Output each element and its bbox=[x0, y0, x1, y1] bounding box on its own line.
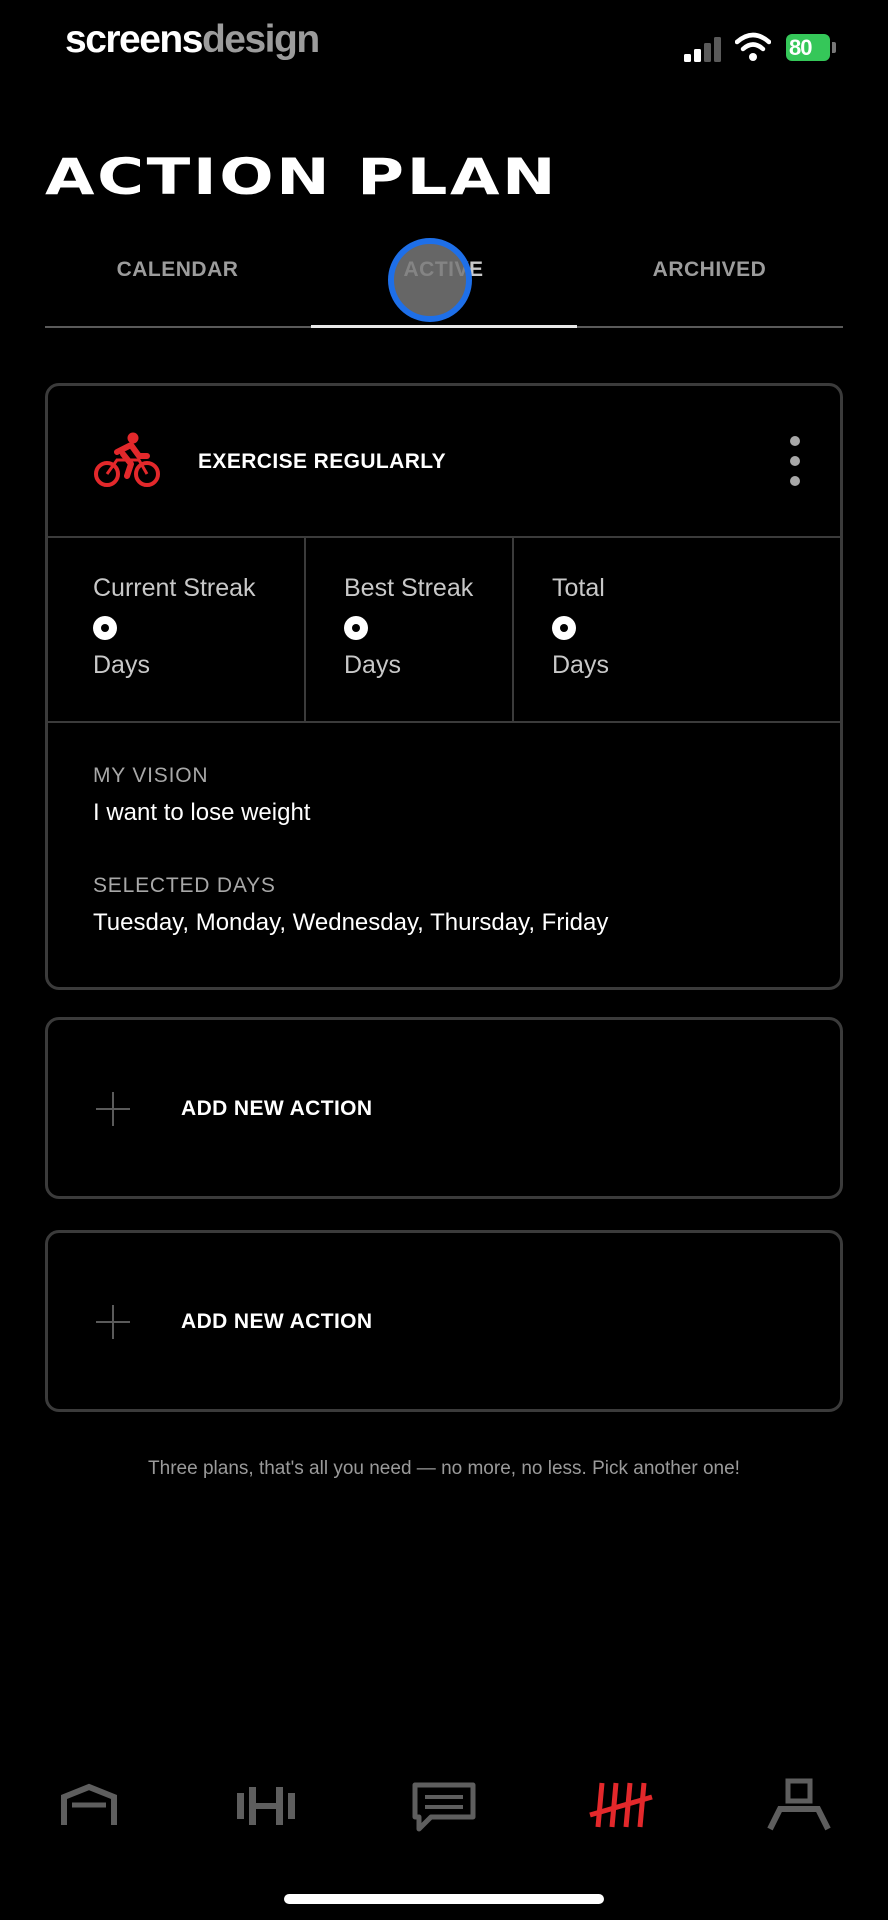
nav-profile[interactable] bbox=[764, 1775, 834, 1835]
bike-icon bbox=[94, 432, 160, 487]
touch-indicator bbox=[388, 238, 472, 322]
stat-label: Total bbox=[552, 574, 605, 602]
nav-home[interactable] bbox=[54, 1775, 124, 1835]
brand-logo: screensdesign bbox=[65, 18, 320, 61]
profile-icon bbox=[767, 1778, 831, 1831]
nav-workouts[interactable] bbox=[231, 1775, 301, 1835]
dumbbell-icon bbox=[237, 1787, 295, 1825]
battery-icon: 80 bbox=[786, 34, 836, 61]
nav-messages[interactable] bbox=[409, 1775, 479, 1835]
plan-card[interactable]: EXERCISE REGULARLY Current Streak Days B… bbox=[45, 383, 843, 990]
add-new-action-label: ADD NEW ACTION bbox=[181, 1097, 373, 1120]
add-new-action-label: ADD NEW ACTION bbox=[181, 1310, 373, 1333]
stat-value bbox=[552, 616, 576, 640]
active-tab-indicator bbox=[311, 325, 577, 328]
stat-current-streak: Current Streak Days bbox=[48, 536, 306, 721]
tally-icon bbox=[589, 1782, 653, 1828]
tab-archived[interactable]: ARCHIVED bbox=[577, 258, 842, 290]
home-icon bbox=[61, 1783, 117, 1825]
streak-stats: Current Streak Days Best Streak Days Tot… bbox=[48, 536, 840, 723]
plan-title: EXERCISE REGULARLY bbox=[198, 450, 446, 473]
plans-footnote: Three plans, that's all you need — no mo… bbox=[148, 1458, 740, 1479]
more-options-icon[interactable] bbox=[788, 436, 802, 486]
home-indicator bbox=[284, 1894, 604, 1904]
vision-label: MY VISION bbox=[93, 764, 209, 787]
selected-days-label: SELECTED DAYS bbox=[93, 874, 276, 897]
chat-icon bbox=[412, 1782, 476, 1832]
stat-unit: Days bbox=[344, 651, 401, 679]
plan-card-header: EXERCISE REGULARLY bbox=[48, 386, 840, 538]
page-title: ACTION PLAN bbox=[45, 148, 559, 206]
stat-value bbox=[93, 616, 117, 640]
cellular-signal-icon bbox=[684, 37, 721, 62]
stat-best-streak: Best Streak Days bbox=[306, 536, 514, 721]
stat-value bbox=[344, 616, 368, 640]
plus-icon bbox=[96, 1092, 130, 1126]
wifi-icon bbox=[735, 32, 771, 61]
stat-label: Best Streak bbox=[344, 574, 474, 602]
stat-unit: Days bbox=[93, 651, 150, 679]
battery-level: 80 bbox=[789, 35, 813, 60]
plus-icon bbox=[96, 1305, 130, 1339]
add-new-action-button[interactable]: ADD NEW ACTION bbox=[45, 1017, 843, 1199]
add-new-action-button[interactable]: ADD NEW ACTION bbox=[45, 1230, 843, 1412]
nav-action-plan[interactable] bbox=[586, 1775, 656, 1835]
stat-total: Total Days bbox=[514, 536, 840, 721]
stat-label: Current Streak bbox=[93, 574, 256, 602]
vision-text: I want to lose weight bbox=[93, 799, 311, 826]
selected-days-text: Tuesday, Monday, Wednesday, Thursday, Fr… bbox=[93, 909, 609, 936]
tab-calendar[interactable]: CALENDAR bbox=[45, 258, 310, 290]
stat-unit: Days bbox=[552, 651, 609, 679]
